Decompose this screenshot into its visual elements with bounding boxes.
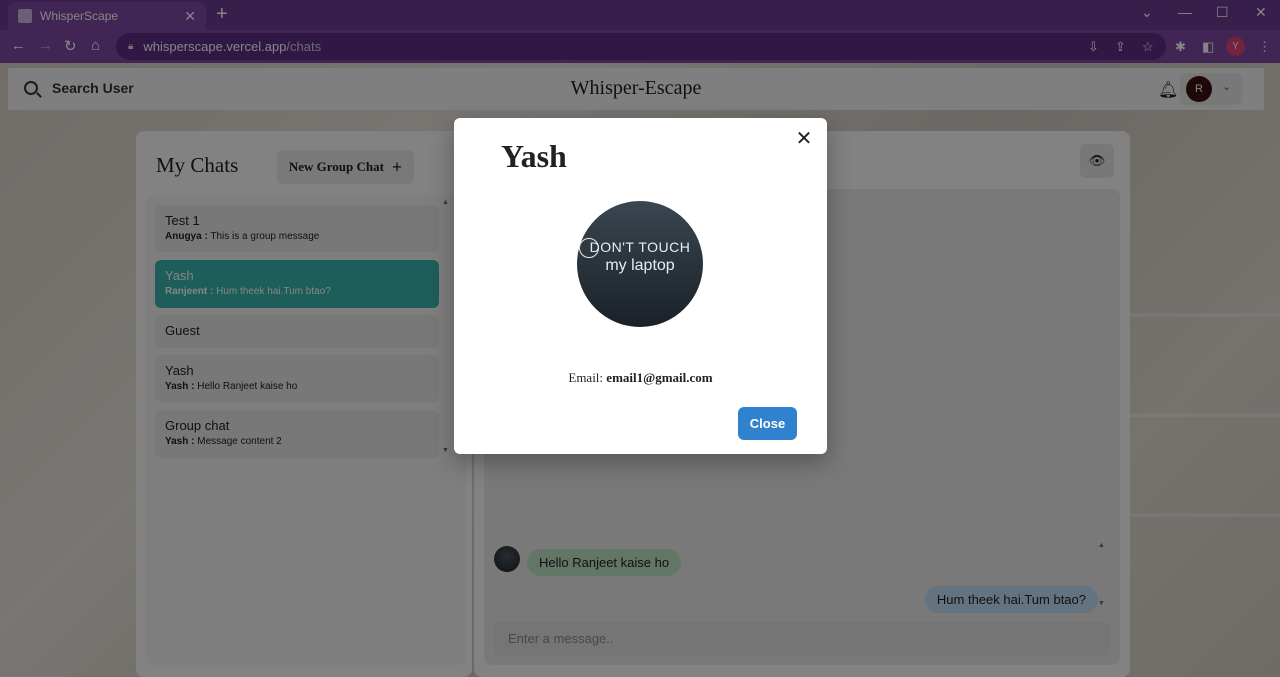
close-icon[interactable]: ✕ <box>792 127 816 151</box>
close-button[interactable]: Close <box>738 407 797 440</box>
profile-picture: DON'T TOUCH my laptop <box>577 201 703 327</box>
profile-modal: Yash ✕ DON'T TOUCH my laptop Email: emai… <box>454 118 827 454</box>
email-label: Email: <box>568 370 604 385</box>
modal-title: Yash <box>501 138 567 174</box>
email-value: email1@gmail.com <box>606 370 713 385</box>
profile-picture-text-line2: my laptop <box>605 257 675 274</box>
profile-picture-text-line1: DON'T TOUCH <box>589 239 691 255</box>
profile-email: Email: email1@gmail.com <box>454 370 827 386</box>
